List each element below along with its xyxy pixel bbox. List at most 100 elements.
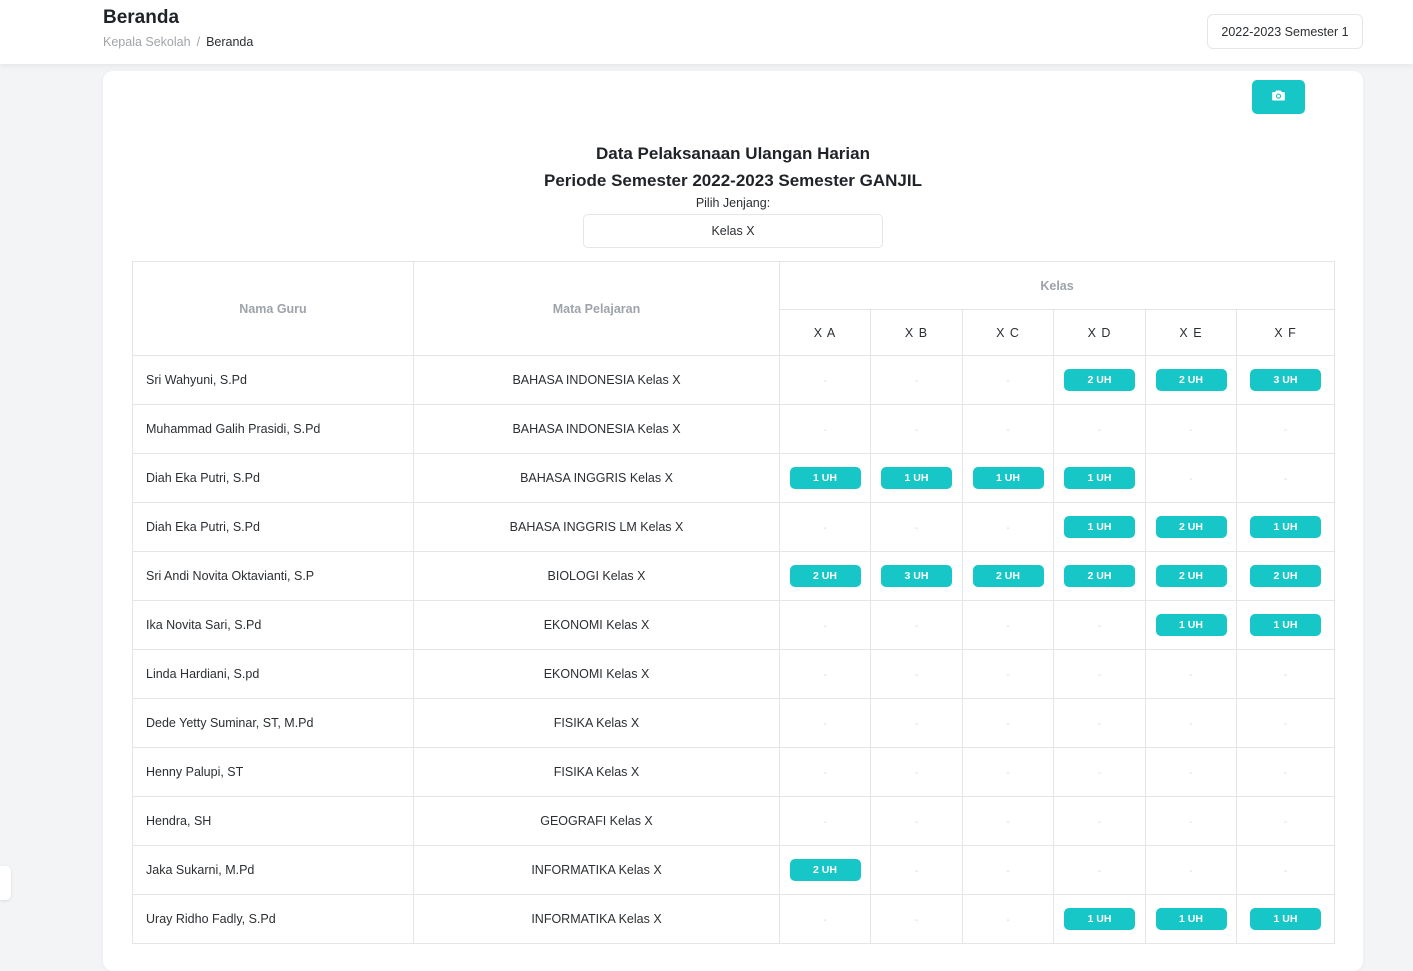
- table-row: Uray Ridho Fadly, S.Pd INFORMATIKA Kelas …: [132, 894, 1336, 944]
- class-cell: 2 UH: [1145, 355, 1237, 405]
- empty-marker: -: [914, 670, 919, 681]
- uh-badge[interactable]: 1 UH: [1155, 614, 1227, 636]
- empty-marker: -: [1283, 719, 1288, 730]
- class-cell: 2 UH: [779, 845, 871, 895]
- teacher-name-cell: Uray Ridho Fadly, S.Pd: [132, 894, 414, 944]
- teacher-name-cell: Sri Andi Novita Oktavianti, S.P: [132, 551, 414, 601]
- uh-badge[interactable]: 2 UH: [1155, 516, 1227, 538]
- empty-marker: -: [1006, 817, 1010, 828]
- empty-marker: -: [914, 719, 919, 730]
- class-cell: -: [962, 600, 1054, 650]
- subject-cell: BAHASA INDONESIA Kelas X: [413, 404, 780, 454]
- empty-marker: -: [1097, 425, 1102, 436]
- uh-badge[interactable]: 3 UH: [1250, 369, 1322, 391]
- screenshot-button[interactable]: [1252, 80, 1305, 114]
- uh-badge[interactable]: 2 UH: [1155, 565, 1227, 587]
- uh-badge[interactable]: 1 UH: [972, 467, 1044, 489]
- class-cell: 1 UH: [1235, 600, 1336, 650]
- uh-badge[interactable]: 1 UH: [789, 467, 861, 489]
- class-cell: -: [779, 894, 871, 944]
- uh-badge[interactable]: 1 UH: [1250, 614, 1322, 636]
- table-row: Henny Palupi, ST FISIKA Kelas X - - - - - -: [132, 747, 1336, 797]
- class-cell: 2 UH: [779, 551, 871, 601]
- subject-cell: INFORMATIKA Kelas X: [413, 845, 780, 895]
- uh-badge[interactable]: 1 UH: [1064, 908, 1135, 930]
- subject-cell: GEOGRAFI Kelas X: [413, 796, 780, 846]
- subject-cell: BAHASA INGGRIS Kelas X: [413, 453, 780, 503]
- page-title: Beranda: [103, 7, 180, 28]
- uh-badge[interactable]: 2 UH: [789, 859, 861, 881]
- teacher-name-cell: Diah Eka Putri, S.Pd: [132, 502, 414, 552]
- class-cell: -: [1145, 453, 1237, 503]
- class-cell: 2 UH: [962, 551, 1054, 601]
- table-row: Muhammad Galih Prasidi, S.Pd BAHASA INDON…: [132, 404, 1336, 454]
- class-cell: -: [1145, 698, 1237, 748]
- uh-badge[interactable]: 1 UH: [1250, 516, 1322, 538]
- class-cell: -: [1053, 600, 1146, 650]
- uh-badge[interactable]: 1 UH: [1064, 467, 1135, 489]
- empty-marker: -: [1006, 719, 1010, 730]
- class-cell: 1 UH: [1053, 453, 1146, 503]
- class-cell: 1 UH: [1053, 502, 1146, 552]
- class-cell: -: [1235, 845, 1336, 895]
- empty-marker: -: [1006, 376, 1010, 387]
- teacher-name-cell: Ika Novita Sari, S.Pd: [132, 600, 414, 650]
- empty-marker: -: [1283, 866, 1288, 877]
- uh-badge[interactable]: 2 UH: [1064, 565, 1135, 587]
- class-cell: -: [870, 649, 963, 699]
- header-class-xd: X D: [1053, 309, 1146, 356]
- class-cell: -: [779, 355, 871, 405]
- subject-cell: EKONOMI Kelas X: [413, 649, 780, 699]
- teacher-name-cell: Hendra, SH: [132, 796, 414, 846]
- empty-marker: -: [1097, 670, 1102, 681]
- class-cell: -: [1145, 747, 1237, 797]
- uh-badge[interactable]: 2 UH: [1064, 369, 1135, 391]
- uh-badge[interactable]: 1 UH: [1155, 908, 1227, 930]
- header-class-xa: X A: [779, 309, 871, 356]
- class-cell: 2 UH: [1053, 551, 1146, 601]
- empty-marker: -: [823, 719, 827, 730]
- class-cell: 1 UH: [870, 453, 963, 503]
- empty-marker: -: [1189, 817, 1193, 828]
- subject-cell: FISIKA Kelas X: [413, 698, 780, 748]
- uh-badge[interactable]: 2 UH: [972, 565, 1044, 587]
- uh-badge[interactable]: 2 UH: [1155, 369, 1227, 391]
- class-cell: -: [962, 747, 1054, 797]
- class-cell: -: [1145, 796, 1237, 846]
- class-cell: 1 UH: [1145, 600, 1237, 650]
- subject-cell: FISIKA Kelas X: [413, 747, 780, 797]
- class-cell: -: [962, 404, 1054, 454]
- report-title: Data Pelaksanaan Ulangan Harian: [595, 144, 870, 163]
- top-bar: Beranda Kepala Sekolah / Beranda 2022-20…: [0, 0, 1413, 64]
- uh-badge[interactable]: 1 UH: [1064, 516, 1135, 538]
- class-cell: -: [779, 502, 871, 552]
- class-cell: -: [962, 894, 1054, 944]
- empty-marker: -: [1283, 768, 1288, 779]
- report-period: Periode Semester 2022-2023 Semester GANJ…: [544, 171, 922, 190]
- class-cell: -: [870, 894, 963, 944]
- class-cell: 1 UH: [1053, 894, 1146, 944]
- uh-badge[interactable]: 2 UH: [1250, 565, 1322, 587]
- table-row: Sri Wahyuni, S.Pd BAHASA INDONESIA Kelas …: [132, 355, 1336, 405]
- empty-marker: -: [914, 817, 919, 828]
- jenjang-select[interactable]: Kelas X: [583, 214, 883, 248]
- uh-badge[interactable]: 2 UH: [789, 565, 861, 587]
- teacher-name-cell: Henny Palupi, ST: [132, 747, 414, 797]
- empty-marker: -: [914, 915, 919, 926]
- header-class-xb: X B: [870, 309, 963, 356]
- empty-marker: -: [1006, 621, 1010, 632]
- class-cell: -: [1235, 649, 1336, 699]
- uh-badge[interactable]: 3 UH: [881, 565, 952, 587]
- empty-marker: -: [914, 621, 919, 632]
- uh-badge[interactable]: 1 UH: [1250, 908, 1322, 930]
- class-cell: -: [1145, 649, 1237, 699]
- empty-marker: -: [1189, 719, 1193, 730]
- uh-badge[interactable]: 1 UH: [881, 467, 952, 489]
- breadcrumb-parent-link[interactable]: Kepala Sekolah: [103, 35, 191, 49]
- header-nama-guru: Nama Guru: [132, 261, 414, 356]
- side-panel-toggle[interactable]: [0, 866, 11, 900]
- header-class-xc: X C: [962, 309, 1054, 356]
- semester-selector-button[interactable]: 2022-2023 Semester 1: [1207, 14, 1363, 49]
- teacher-name-cell: Muhammad Galih Prasidi, S.Pd: [132, 404, 414, 454]
- header-mata-pelajaran: Mata Pelajaran: [413, 261, 780, 356]
